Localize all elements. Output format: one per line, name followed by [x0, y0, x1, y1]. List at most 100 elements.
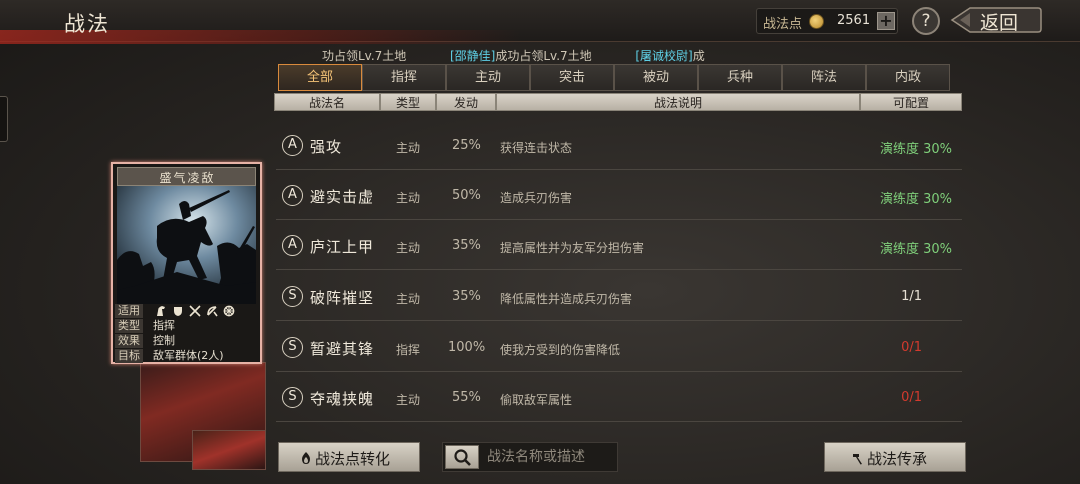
search-icon	[454, 449, 471, 466]
top-bar: 战法 战法点 2561 + ? 返回	[0, 0, 1080, 44]
bow-icon	[207, 306, 218, 317]
grade-badge: S	[282, 286, 303, 307]
tactic-config: 演练度 30%	[879, 242, 952, 257]
stacked-card-art	[192, 430, 266, 470]
tactic-name: 暂避其锋	[310, 340, 375, 358]
tactic-description: 提高属性并为友军分担伤害	[500, 241, 645, 255]
notice-ticker: 功占领Lv.7土地 [邵静佳]成功占领Lv.7土地 [屠诚校尉]成	[322, 47, 705, 64]
card-type-label: 类型	[115, 319, 143, 333]
crossed-spears-icon	[189, 305, 201, 317]
tab-command[interactable]: 指挥	[362, 64, 446, 91]
tactic-description: 偷取敌军属性	[500, 393, 573, 407]
notice-mid-text: 成功占领Lv.7土地	[495, 49, 592, 63]
tactic-name: 避实击虚	[310, 188, 375, 206]
points-value: 2561	[837, 13, 871, 28]
tab-troop-type[interactable]: 兵种	[698, 64, 782, 91]
convert-points-label: 战法点转化	[315, 450, 391, 468]
notice-name-1: [邵静佳]	[449, 49, 496, 63]
tab-passive[interactable]: 被动	[614, 64, 698, 91]
tactic-description: 获得连击状态	[500, 141, 573, 155]
tactic-type: 主动	[396, 292, 421, 306]
tab-assault[interactable]: 突击	[530, 64, 614, 91]
tactic-config: 0/1	[901, 390, 922, 405]
card-target-value: 敌军群体(2人)	[153, 349, 224, 362]
column-header-rate[interactable]: 发动	[436, 93, 496, 111]
page-title: 战法	[64, 12, 110, 36]
tactic-inherit-button[interactable]: 战法传承	[824, 442, 966, 472]
back-label: 返回	[980, 12, 1019, 34]
tactic-rate: 55%	[452, 390, 481, 405]
tactic-type: 主动	[396, 141, 421, 155]
flame-icon	[302, 452, 310, 464]
back-button[interactable]: 返回	[950, 5, 1042, 35]
tactic-rate: 35%	[452, 238, 481, 253]
tactic-detail-card[interactable]: 盛气凌敌 适用 类型 指挥 效果 控制 目标 敌军群体(2人)	[111, 162, 262, 364]
tactic-name: 庐江上甲	[310, 238, 375, 256]
tactic-config: 0/1	[901, 340, 922, 355]
tactic-row[interactable]: S 暂避其锋 指挥 100% 使我方受到的伤害降低 0/1	[276, 322, 962, 372]
tactic-name: 强攻	[310, 138, 343, 156]
help-button[interactable]: ?	[912, 7, 940, 35]
tactic-point-coin-icon	[809, 14, 824, 29]
column-header-description: 战法说明	[496, 93, 860, 111]
shield-icon	[174, 307, 182, 316]
tactic-row[interactable]: A 强攻 主动 25% 获得连击状态 演练度 30%	[276, 120, 962, 170]
grade-badge: A	[282, 235, 303, 256]
hammer-icon	[853, 454, 862, 465]
tactic-points-display: 战法点 2561 +	[756, 8, 898, 34]
card-effect-label: 效果	[115, 334, 143, 348]
tactic-description: 降低属性并造成兵刃伤害	[500, 292, 633, 306]
card-applicable-label: 适用	[115, 304, 143, 318]
tactic-rate: 100%	[448, 340, 486, 355]
cavalry-icon	[157, 306, 165, 316]
card-target-label: 目标	[115, 349, 143, 363]
tactic-description: 使我方受到的伤害降低	[500, 343, 621, 357]
card-effect-value: 控制	[153, 334, 175, 347]
tab-internal-affairs[interactable]: 内政	[866, 64, 950, 91]
tactic-rate: 35%	[452, 289, 481, 304]
side-drawer-tab[interactable]	[0, 96, 8, 142]
tactic-name: 夺魂挟魄	[310, 390, 375, 408]
grade-badge: A	[282, 185, 303, 206]
tactic-row[interactable]: A 避实击虚 主动 50% 造成兵刃伤害 演练度 30%	[276, 170, 962, 220]
search-button[interactable]	[445, 445, 479, 469]
search-input[interactable]	[483, 445, 615, 469]
grade-badge: S	[282, 387, 303, 408]
tactic-inherit-label: 战法传承	[867, 450, 928, 468]
tactic-rate: 25%	[452, 138, 481, 153]
column-header-type[interactable]: 类型	[380, 93, 436, 111]
category-tabs: 全部 指挥 主动 突击 被动 兵种 阵法 内政	[278, 64, 954, 92]
tactic-type: 指挥	[396, 343, 421, 357]
tactic-row[interactable]: S 夺魂挟魄 主动 55% 偷取敌军属性 0/1	[276, 372, 962, 422]
tactic-list: A 强攻 主动 25% 获得连击状态 演练度 30% A 避实击虚 主动 50%…	[276, 118, 962, 436]
notice-right-text: 成	[692, 49, 705, 63]
card-type-value: 指挥	[153, 319, 175, 332]
grade-badge: S	[282, 337, 303, 358]
notice-name-2: [屠诚校尉]	[635, 49, 693, 63]
add-points-button[interactable]: +	[877, 12, 895, 30]
tab-formation[interactable]: 阵法	[782, 64, 866, 91]
card-illustration	[117, 186, 256, 304]
tab-active[interactable]: 主动	[446, 64, 530, 91]
tab-all[interactable]: 全部	[278, 64, 362, 91]
tactic-type: 主动	[396, 393, 421, 407]
tactic-config: 演练度 30%	[879, 142, 952, 157]
tactic-description: 造成兵刃伤害	[500, 191, 573, 205]
card-title-bar: 盛气凌敌	[117, 167, 256, 186]
chariot-wheel-icon	[223, 305, 235, 317]
tactic-type: 主动	[396, 191, 421, 205]
tactic-name: 破阵摧坚	[310, 289, 375, 307]
search-bar	[442, 442, 618, 472]
notice-left-text: 功占领Lv.7土地	[322, 49, 407, 63]
tactic-config: 演练度 30%	[879, 192, 952, 207]
points-label: 战法点	[763, 17, 803, 32]
convert-points-button[interactable]: 战法点转化	[278, 442, 420, 472]
grade-badge: A	[282, 135, 303, 156]
column-header-configurable[interactable]: 可配置	[860, 93, 962, 111]
tactic-row[interactable]: A 庐江上甲 主动 35% 提高属性并为友军分担伤害 演练度 30%	[276, 220, 962, 270]
tactic-row[interactable]: S 破阵摧坚 主动 35% 降低属性并造成兵刃伤害 1/1	[276, 271, 962, 321]
column-header-name[interactable]: 战法名	[274, 93, 380, 111]
card-title: 盛气凌敌	[159, 171, 216, 185]
tactic-rate: 50%	[452, 188, 481, 203]
tactic-config: 1/1	[901, 289, 922, 304]
